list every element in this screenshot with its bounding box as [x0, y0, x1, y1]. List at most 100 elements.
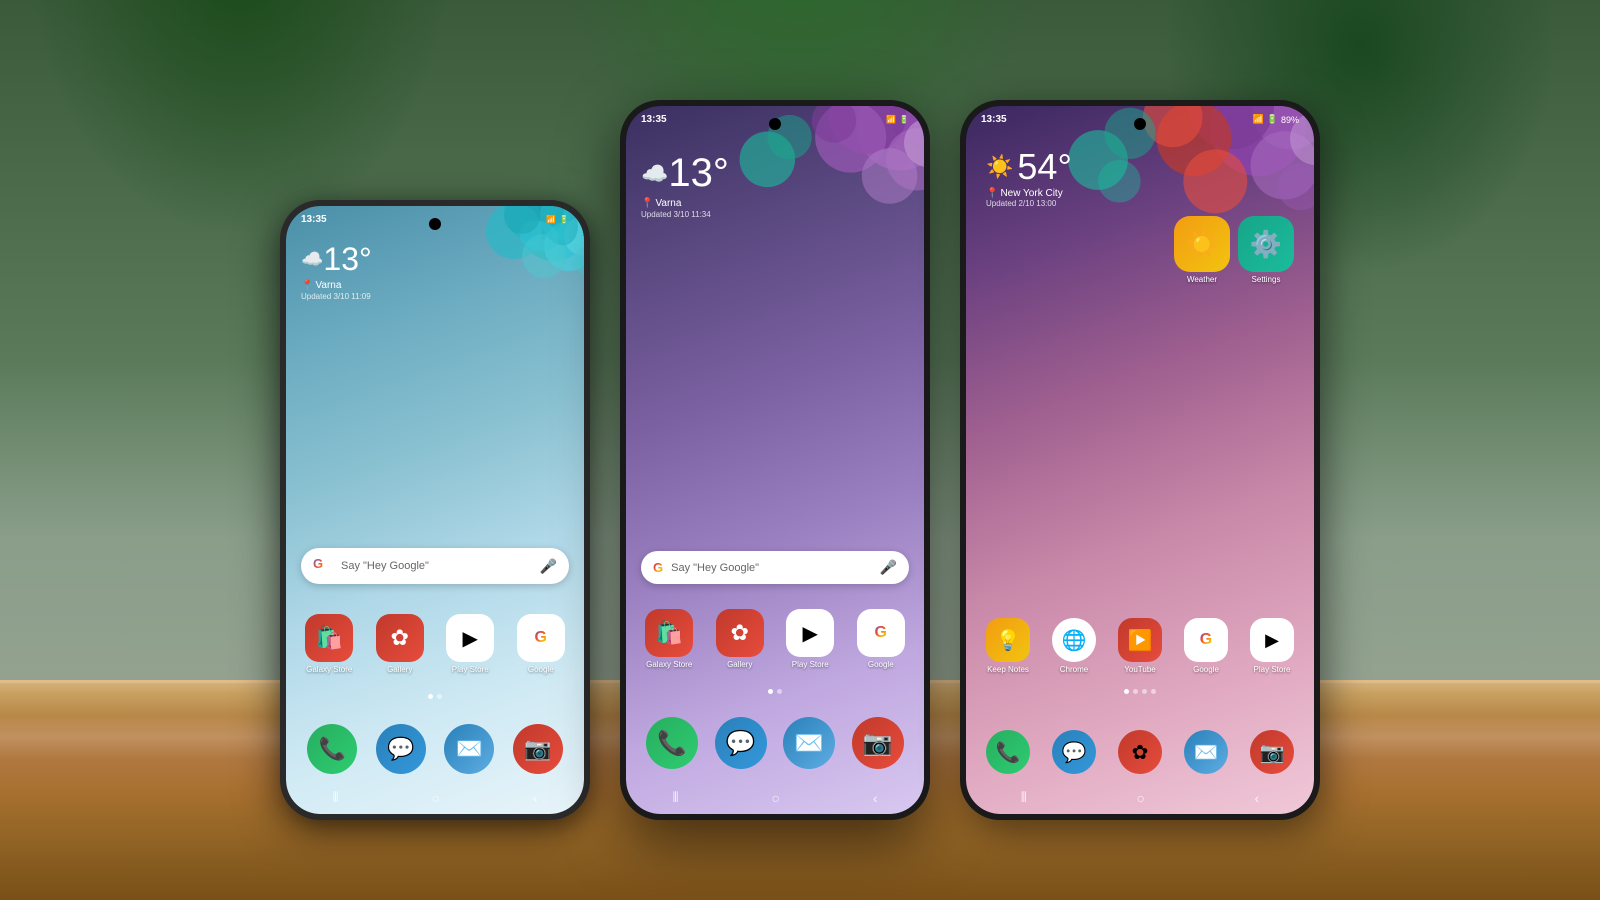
- nav-back-right[interactable]: ‹: [1255, 790, 1260, 806]
- nav-home-left[interactable]: ○: [432, 790, 440, 806]
- app-gallery-middle[interactable]: ✿ Gallery: [709, 609, 772, 669]
- dock-left: 📞 💬 ✉️ 📷: [298, 724, 572, 774]
- nav-bar-left: ⦀ ○ ‹: [286, 789, 584, 806]
- weather-icon-left: ☁️: [301, 249, 323, 270]
- weather-icon-right: ☀️: [986, 154, 1013, 180]
- search-bar-left[interactable]: G Say "Hey Google" 🎤: [301, 548, 569, 584]
- nav-back-left[interactable]: ‹: [533, 790, 538, 806]
- battery-pct-right: 89%: [1281, 115, 1299, 125]
- status-icons-left: 📶 🔋: [546, 215, 569, 224]
- weather-temp-middle: 13°: [668, 151, 729, 196]
- weather-widget-right: ☀️ 54° 📍 New York City Updated 2/10 13:0…: [986, 146, 1072, 208]
- time-right: 13:35: [981, 114, 1007, 125]
- google-g-icon-left: G: [313, 556, 333, 576]
- camera-hole-middle: [769, 118, 781, 130]
- nav-bar-right: ⦀ ○ ‹: [966, 789, 1314, 806]
- status-icons-middle: 📶 🔋: [886, 115, 909, 124]
- nav-home-middle[interactable]: ○: [772, 790, 780, 806]
- app-play-store-left[interactable]: ▶ Play Store: [439, 614, 502, 674]
- nav-recents-right[interactable]: ⦀: [1021, 789, 1027, 806]
- dock-phone-left[interactable]: 📞: [307, 724, 357, 774]
- dock-middle: 📞 💬 ✉️ 📷: [638, 717, 912, 769]
- app-google-left[interactable]: G Google: [510, 614, 573, 674]
- search-bar-middle[interactable]: G Say "Hey Google" 🎤: [641, 551, 909, 584]
- dock-phone-right[interactable]: 📞: [978, 730, 1038, 774]
- app-grid-left: 🛍️ Galaxy Store ✿ Gallery ▶ Play Sto: [298, 614, 572, 674]
- dock-camera-right[interactable]: 📷: [1242, 730, 1302, 774]
- phone-middle: 13:35 📶 🔋 ☁️ 13° 📍 Varna Updated 3/10 11…: [620, 100, 930, 820]
- app-grid-right-main: 💡 Keep Notes 🌐 Chrome ▶️ YouTube: [978, 618, 1302, 674]
- weather-widget-left: ☁️ 13° 📍 Varna Updated 3/10 11:09: [301, 241, 372, 301]
- dock-mail-right[interactable]: ✉️: [1176, 730, 1236, 774]
- page-dots-left: [428, 694, 442, 699]
- app-label-gallery-left: Gallery: [387, 665, 412, 674]
- dock-right: 📞 💬 ✿ ✉️: [978, 730, 1302, 774]
- app-label-google-left: Google: [528, 665, 554, 674]
- app-label-settings-right: Settings: [1252, 275, 1281, 284]
- nav-back-middle[interactable]: ‹: [873, 790, 878, 806]
- dock-phone-middle[interactable]: 📞: [646, 717, 698, 769]
- phone-left: 13:35 📶 🔋 ☁️ 13° 📍 Varna Upda: [280, 200, 590, 820]
- dock-mail-middle[interactable]: ✉️: [783, 717, 835, 769]
- nav-recents-left[interactable]: ⦀: [332, 789, 338, 806]
- app-galaxy-store-left[interactable]: 🛍️ Galaxy Store: [298, 614, 361, 674]
- weather-location-right: 📍 New York City: [986, 188, 1072, 199]
- weather-updated-right: Updated 2/10 13:00: [986, 199, 1072, 208]
- app-chrome-right[interactable]: 🌐 Chrome: [1044, 618, 1104, 674]
- app-keep-notes-right[interactable]: 💡 Keep Notes: [978, 618, 1038, 674]
- search-text-left: Say "Hey Google": [341, 560, 532, 572]
- page-dots-right: [1124, 689, 1156, 694]
- phone-left-screen: 13:35 📶 🔋 ☁️ 13° 📍 Varna Upda: [286, 206, 584, 814]
- nav-recents-middle[interactable]: ⦀: [672, 789, 678, 806]
- app-label-google-right: Google: [1193, 665, 1219, 674]
- weather-temp-left: 13°: [323, 241, 371, 278]
- dock-messages-right[interactable]: 💬: [1044, 730, 1104, 774]
- app-gallery-left[interactable]: ✿ Gallery: [369, 614, 432, 674]
- app-label-gallery-middle: Gallery: [727, 660, 752, 669]
- phone-right: 13:35 📶 🔋 89% ☀️ 54° 📍 New York City Upd…: [960, 100, 1320, 820]
- nav-home-right[interactable]: ○: [1137, 790, 1145, 806]
- app-play-store-middle[interactable]: ▶ Play Store: [779, 609, 842, 669]
- page-dots-middle: [768, 689, 782, 694]
- app-google-right[interactable]: G Google: [1176, 618, 1236, 674]
- app-weather-right[interactable]: ☀️ Weather: [1174, 216, 1230, 284]
- weather-widget-middle: ☁️ 13° 📍 Varna Updated 3/10 11:34: [641, 151, 729, 219]
- app-label-chrome: Chrome: [1060, 665, 1088, 674]
- app-label-keep-notes: Keep Notes: [987, 665, 1029, 674]
- mic-icon-left: 🎤: [540, 558, 557, 575]
- weather-location-middle: 📍 Varna: [641, 198, 729, 209]
- time-middle: 13:35: [641, 114, 667, 125]
- top-right-icons: ☀️ Weather ⚙️ Settings: [1174, 216, 1294, 284]
- weather-location-left: 📍 Varna: [301, 280, 372, 291]
- nav-bar-middle: ⦀ ○ ‹: [626, 789, 924, 806]
- app-google-middle[interactable]: G Google: [850, 609, 913, 669]
- dock-gallery-right[interactable]: ✿: [1110, 730, 1170, 774]
- google-g-icon-middle: G: [653, 560, 663, 575]
- dock-messages-middle[interactable]: 💬: [715, 717, 767, 769]
- app-grid-middle: 🛍️ Galaxy Store ✿ Gallery ▶ Play Sto: [638, 609, 912, 669]
- weather-icon-middle: ☁️: [641, 161, 668, 187]
- app-label-galaxy-store-middle: Galaxy Store: [646, 660, 692, 669]
- app-settings-right[interactable]: ⚙️ Settings: [1238, 216, 1294, 284]
- dock-messages-left[interactable]: 💬: [376, 724, 426, 774]
- app-label-weather-right: Weather: [1187, 275, 1217, 284]
- phone-middle-screen: 13:35 📶 🔋 ☁️ 13° 📍 Varna Updated 3/10 11…: [626, 106, 924, 814]
- weather-updated-middle: Updated 3/10 11:34: [641, 210, 729, 219]
- app-label-play-store-right: Play Store: [1254, 665, 1291, 674]
- app-label-play-store-middle: Play Store: [792, 660, 829, 669]
- app-label-youtube: YouTube: [1124, 665, 1155, 674]
- mic-icon-middle: 🎤: [880, 559, 897, 576]
- search-text-middle: Say "Hey Google": [671, 562, 871, 574]
- screen-bg-right: [966, 106, 1314, 814]
- weather-temp-right: 54°: [1017, 146, 1071, 188]
- phone-right-screen: 13:35 📶 🔋 89% ☀️ 54° 📍 New York City Upd…: [966, 106, 1314, 814]
- app-label-galaxy-store-left: Galaxy Store: [306, 665, 352, 674]
- dock-camera-middle[interactable]: 📷: [852, 717, 904, 769]
- camera-hole-left: [429, 218, 441, 230]
- dock-camera-left[interactable]: 📷: [513, 724, 563, 774]
- app-galaxy-store-middle[interactable]: 🛍️ Galaxy Store: [638, 609, 701, 669]
- app-play-store-right[interactable]: ▶ Play Store: [1242, 618, 1302, 674]
- status-icons-right: 📶 🔋 89%: [1253, 114, 1299, 125]
- dock-mail-left[interactable]: ✉️: [444, 724, 494, 774]
- app-youtube-right[interactable]: ▶️ YouTube: [1110, 618, 1170, 674]
